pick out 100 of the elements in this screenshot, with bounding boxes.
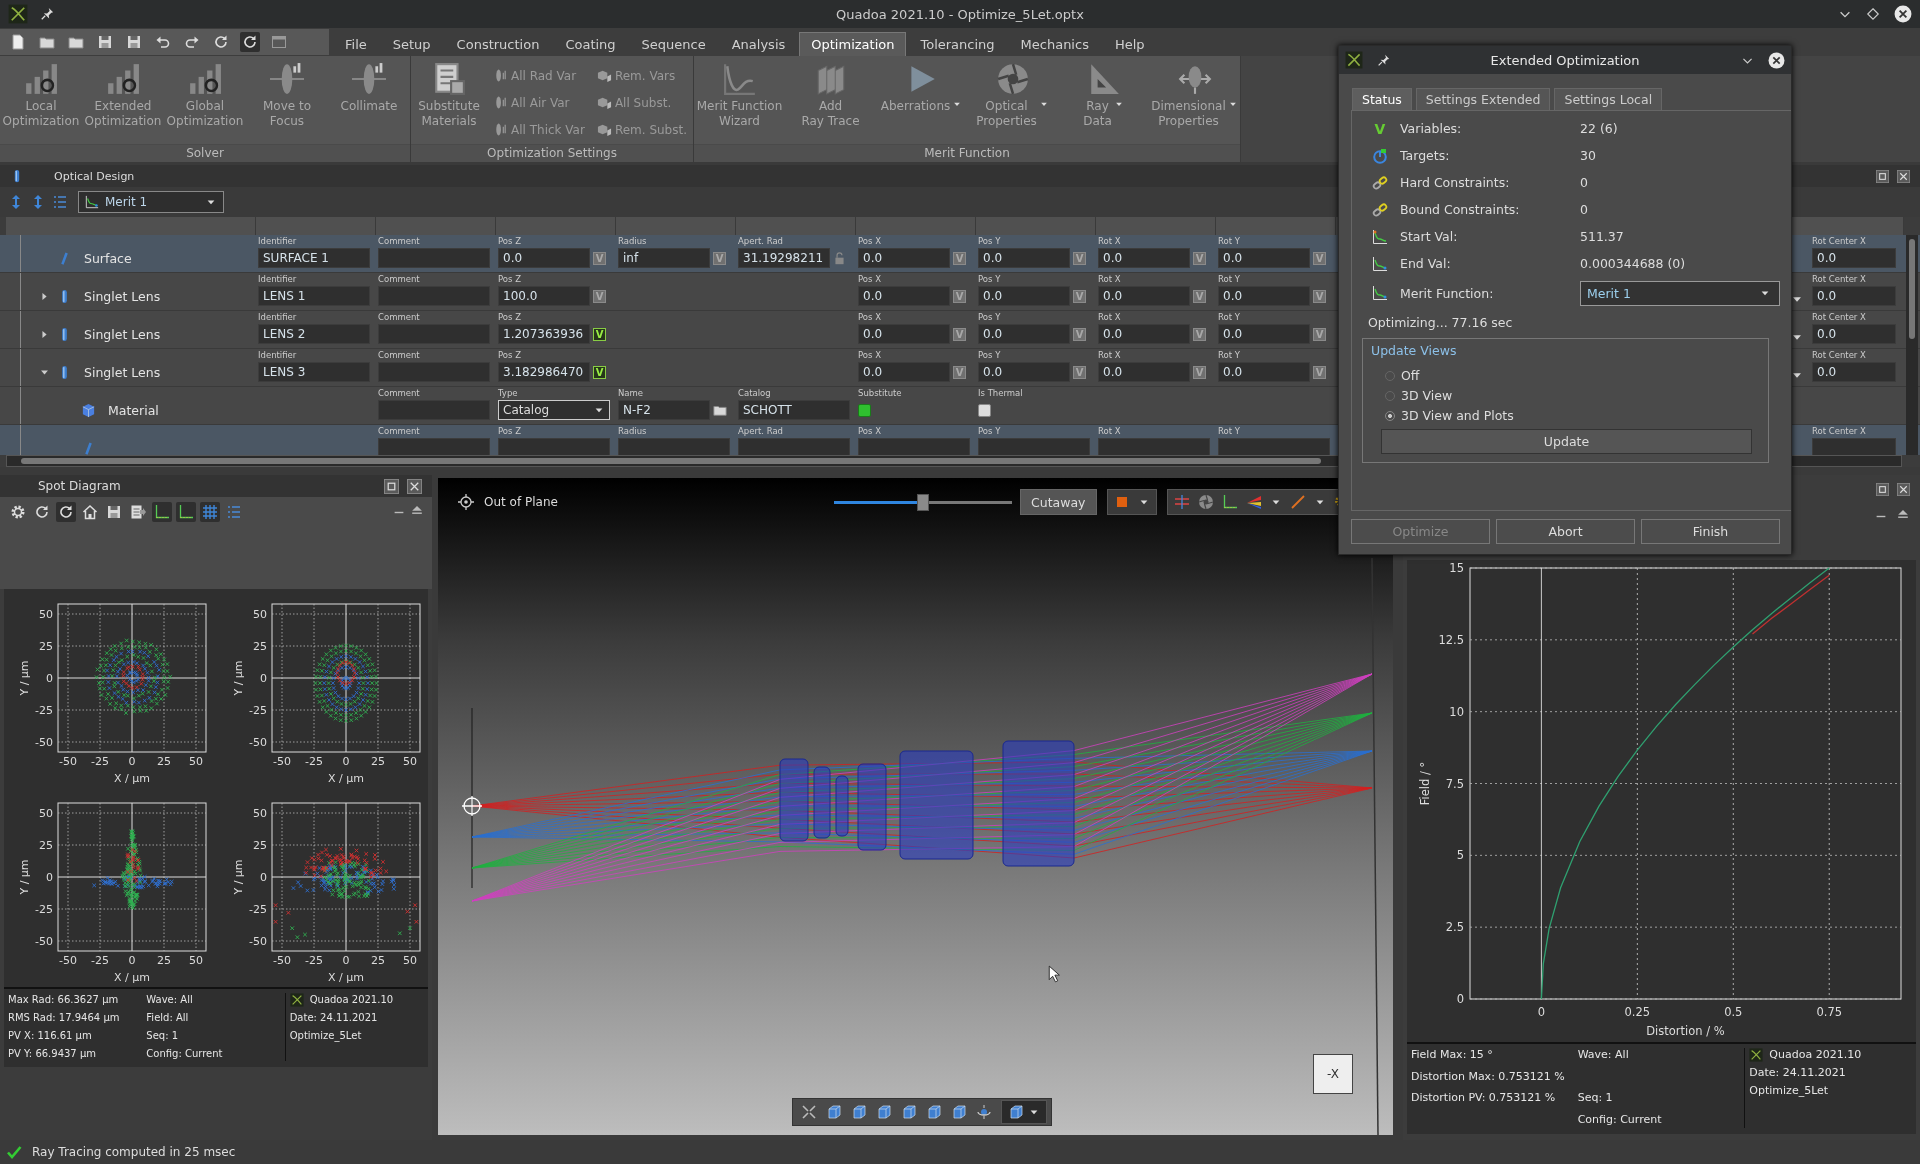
menu-tab[interactable]: Tolerancing (908, 32, 1007, 56)
radio-option[interactable]: 3D View (1385, 388, 1768, 403)
text-field[interactable]: 0.0 (1812, 248, 1896, 268)
shrink-icon[interactable] (801, 1104, 817, 1120)
save-icon[interactable] (106, 504, 122, 520)
export-icon[interactable] (130, 504, 146, 520)
close-icon[interactable] (1897, 483, 1910, 496)
menu-tab[interactable]: Construction (444, 32, 552, 56)
text-field[interactable]: 0.0 (1218, 362, 1310, 382)
text-field[interactable]: 100.0 (498, 286, 590, 306)
axes-icon[interactable] (1221, 494, 1238, 510)
menu-tab[interactable]: Help (1102, 32, 1157, 56)
text-field[interactable]: 0.0 (858, 324, 950, 344)
text-field[interactable]: 0.0 (1812, 286, 1896, 306)
radio-option[interactable]: 3D View and Plots (1385, 408, 1768, 423)
type-dropdown[interactable]: Catalog (498, 400, 610, 420)
text-field[interactable]: 0.0 (1218, 286, 1310, 306)
text-field[interactable]: LENS 3 (258, 362, 370, 382)
dialog-button[interactable]: Finish (1641, 519, 1780, 544)
checkbox[interactable] (858, 403, 871, 417)
text-field[interactable]: SURFACE 1 (258, 248, 370, 268)
close-icon[interactable] (1894, 5, 1912, 23)
cube-icon[interactable] (926, 1104, 942, 1120)
expand-arrow-icon[interactable] (39, 291, 50, 302)
variable-toggle[interactable]: V (593, 365, 606, 379)
text-field[interactable]: 0.0 (1098, 286, 1190, 306)
axis-view-button[interactable]: -X (1313, 1054, 1353, 1094)
text-field[interactable] (378, 438, 490, 455)
text-field[interactable]: 3.182986470 (498, 362, 590, 382)
cube-icon[interactable] (851, 1104, 867, 1120)
text-field[interactable] (378, 248, 490, 268)
menu-tab[interactable]: Coating (553, 32, 628, 56)
tab[interactable]: Settings Extended (1415, 88, 1551, 110)
text-field[interactable]: LENS 2 (258, 324, 370, 344)
text-field[interactable]: 0.0 (858, 286, 950, 306)
text-field[interactable] (738, 438, 850, 455)
save-icon[interactable] (126, 34, 142, 50)
scrollbar[interactable] (1906, 235, 1918, 455)
text-field[interactable] (378, 400, 490, 420)
collapse-arrow-icon[interactable] (39, 367, 50, 378)
app-logo-icon[interactable] (8, 4, 28, 24)
text-field[interactable]: 31.19298211 (738, 248, 830, 268)
update-button[interactable]: Update (1381, 429, 1752, 454)
text-field[interactable]: 0.0 (978, 362, 1070, 382)
text-field[interactable]: 0.0 (978, 324, 1070, 344)
aperture-icon[interactable] (1197, 494, 1214, 510)
merit-dropdown[interactable]: Merit 1 (1580, 280, 1780, 306)
axes-icon[interactable] (178, 504, 194, 520)
cube-icon[interactable] (876, 1104, 892, 1120)
tab[interactable]: Status (1352, 88, 1412, 110)
color-fan-icon[interactable] (1245, 494, 1262, 510)
pin-icon[interactable] (40, 7, 54, 21)
text-field[interactable]: 0.0 (858, 362, 950, 382)
list-icon[interactable] (52, 194, 68, 210)
new-file-icon[interactable] (10, 34, 26, 50)
refresh-icon[interactable] (58, 504, 74, 520)
text-field[interactable]: 0.0 (978, 286, 1070, 306)
diamond-icon[interactable] (1866, 7, 1880, 21)
text-field[interactable] (378, 286, 490, 306)
refresh-icon[interactable] (34, 504, 50, 520)
menu-tab[interactable]: Setup (380, 32, 443, 56)
tab[interactable]: Settings Local (1554, 88, 1663, 110)
text-field[interactable]: 0.0 (1812, 324, 1896, 344)
text-field[interactable]: 0.0 (858, 248, 950, 268)
cube-icon[interactable] (901, 1104, 917, 1120)
restore-icon[interactable] (384, 478, 399, 494)
axes-icon[interactable] (154, 504, 170, 520)
folder-icon[interactable] (68, 34, 84, 50)
text-field[interactable] (1098, 438, 1210, 455)
target-icon[interactable] (458, 494, 474, 510)
cube-icon[interactable] (951, 1104, 967, 1120)
menu-tab[interactable]: Sequence (629, 32, 718, 56)
rotate-icon[interactable] (976, 1104, 992, 1120)
text-field[interactable]: N-F2 (618, 400, 710, 420)
window-icon[interactable] (271, 34, 287, 50)
close-icon[interactable] (1768, 51, 1785, 69)
text-field[interactable] (618, 438, 730, 455)
text-field[interactable] (378, 324, 490, 344)
undo-icon[interactable] (155, 34, 171, 50)
menu-tab[interactable]: Mechanics (1008, 32, 1101, 56)
close-icon[interactable] (1897, 169, 1910, 183)
text-field[interactable]: 0.0 (1098, 362, 1190, 382)
text-field[interactable]: 0.0 (498, 248, 590, 268)
line-icon[interactable] (1289, 494, 1306, 510)
restore-icon[interactable] (1876, 483, 1889, 496)
radio-option[interactable]: Off (1385, 368, 1768, 383)
folder-icon[interactable] (713, 403, 727, 417)
restore-icon[interactable] (1876, 169, 1889, 183)
cube-icon[interactable] (826, 1104, 842, 1120)
expand-arrow-icon[interactable] (39, 329, 50, 340)
refresh-icon[interactable] (242, 34, 258, 50)
redo-icon[interactable] (184, 34, 200, 50)
slider[interactable] (834, 493, 1012, 511)
text-field[interactable] (498, 438, 610, 455)
text-field[interactable] (858, 438, 970, 455)
checkbox[interactable] (978, 403, 991, 417)
text-field[interactable]: 0.0 (1218, 248, 1310, 268)
text-field[interactable]: 0.0 (1098, 324, 1190, 344)
cutaway-button[interactable]: Cutaway (1020, 489, 1097, 515)
text-field[interactable] (978, 438, 1090, 455)
